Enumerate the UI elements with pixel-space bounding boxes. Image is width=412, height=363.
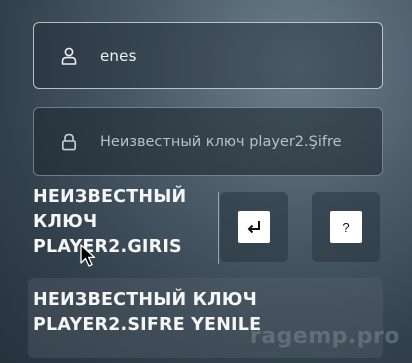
lock-icon [58,131,80,153]
password-placeholder: Неизвестный ключ player2.Şifre [100,133,342,150]
help-button[interactable]: ? [312,192,380,262]
username-field[interactable]: enes [33,22,383,89]
login-divider [218,192,219,264]
password-field[interactable]: Неизвестный ключ player2.Şifre [33,107,383,176]
enter-button[interactable] [220,192,288,262]
user-icon [58,45,80,67]
help-label: ? [342,219,350,235]
enter-key-icon [238,211,270,243]
login-button[interactable]: НЕИЗВЕСТНЫЙ КЛЮЧ PLAYER2.GIRIS [33,185,223,265]
login-button-label: НЕИЗВЕСТНЫЙ КЛЮЧ PLAYER2.GIRIS [33,187,187,257]
help-key: ? [330,211,362,243]
mouse-cursor-icon [80,244,96,267]
watermark: ragemp.pro [249,324,400,349]
username-value: enes [100,46,137,65]
